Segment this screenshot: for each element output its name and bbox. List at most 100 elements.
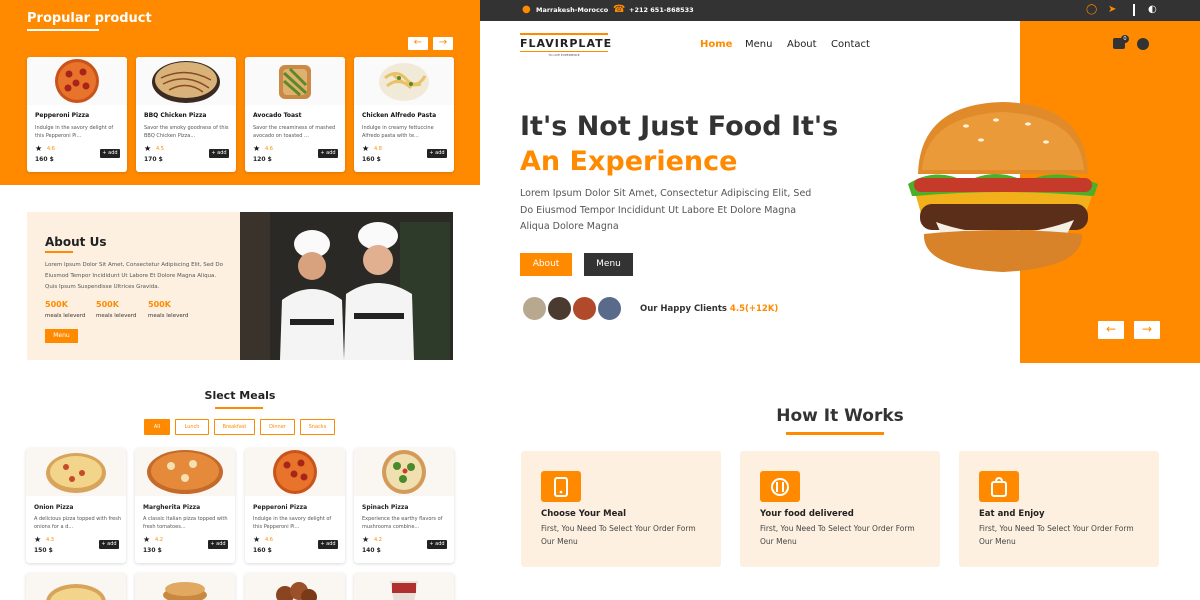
cart-count-badge: 0 (1121, 35, 1129, 43)
avatar (547, 296, 572, 321)
meal-card[interactable] (245, 573, 345, 600)
phone-text: +212 651-868533 (629, 6, 694, 14)
product-desc: Savor the smoky goodness of this BBQ Chi… (144, 125, 229, 139)
add-button[interactable]: + add (208, 540, 228, 549)
star-icon: ★ (144, 144, 152, 153)
meals-title: Slect Meals (204, 389, 276, 402)
hero-about-button[interactable]: About (520, 253, 572, 276)
add-button[interactable]: + add (209, 149, 229, 158)
product-name: Pepperoni Pizza (35, 112, 90, 119)
product-rating: 4.5 (156, 146, 164, 152)
meal-rating: 4.2 (155, 537, 163, 543)
meal-price: 140 $ (362, 547, 381, 554)
product-card[interactable]: BBQ Chicken Pizza Savor the smoky goodne… (136, 57, 236, 172)
add-button[interactable]: + add (427, 540, 447, 549)
product-name: Chicken Alfredo Pasta (362, 112, 437, 119)
product-price: 160 $ (362, 156, 381, 163)
stat-label: meals leleverd (45, 313, 86, 319)
bag-icon (979, 471, 1019, 502)
meal-card[interactable] (135, 573, 235, 600)
step-text: First, You Need To Select Your Order For… (979, 524, 1134, 546)
meal-card[interactable]: Margherita Pizza A classic Italian pizza… (135, 448, 235, 563)
step-title: Eat and Enjoy (979, 509, 1045, 519)
product-card[interactable]: Avocado Toast Savor the creaminess of ma… (245, 57, 345, 172)
arrow-left-icon[interactable]: ← (408, 37, 428, 50)
nav-home[interactable]: Home (700, 39, 732, 50)
logo-bar (520, 33, 608, 35)
meal-desc: A classic Italian pizza topped with fres… (143, 516, 228, 530)
divider (1133, 4, 1135, 16)
product-desc: Savor the creaminess of mashed avocado o… (253, 125, 336, 139)
wings-image (276, 582, 317, 600)
product-name: Avocado Toast (253, 112, 302, 119)
nav-menu[interactable]: Menu (745, 39, 772, 50)
theme-toggle-icon[interactable]: ◐ (1148, 4, 1157, 16)
clients-text: Our Happy Clients (640, 304, 727, 314)
location-pin-icon: ● (522, 4, 531, 15)
filter-all[interactable]: All (144, 419, 170, 435)
how-title: How It Works (776, 406, 904, 426)
hero-next-icon[interactable]: → (1134, 321, 1160, 339)
meal-card[interactable]: Spinach Pizza Experience the earthy flav… (354, 448, 454, 563)
avatar (597, 296, 622, 321)
popular-title: Propular product (27, 11, 152, 26)
meal-card[interactable] (26, 573, 126, 600)
pizza-image (26, 448, 126, 496)
star-icon: ★ (34, 535, 42, 544)
nav-contact[interactable]: Contact (831, 39, 870, 50)
stat-item: 500K meals leleverd (45, 300, 95, 319)
telegram-icon[interactable]: ➤ (1108, 4, 1116, 16)
product-card[interactable]: Pepperoni Pizza Indulge in the savory de… (27, 57, 127, 172)
whatsapp-icon[interactable]: ◯ (1086, 4, 1097, 16)
step-title: Choose Your Meal (541, 509, 627, 519)
burger-image (906, 96, 1100, 280)
add-button[interactable]: + add (318, 149, 338, 158)
pancake-image (163, 582, 207, 600)
toast-image (245, 57, 345, 105)
product-price: 170 $ (144, 156, 163, 163)
meal-price: 130 $ (143, 547, 162, 554)
step-card: Your food delivered First, You Need To S… (740, 451, 940, 567)
hero-menu-button[interactable]: Menu (584, 253, 633, 276)
star-icon: ★ (362, 535, 370, 544)
product-rating: 4.8 (374, 146, 382, 152)
meal-card[interactable]: Pepperoni Pizza Indulge in the savory de… (245, 448, 345, 563)
arrow-right-icon[interactable]: → (433, 37, 453, 50)
meal-card[interactable] (354, 573, 454, 600)
clients-rating: 4.5(+12K) (729, 304, 779, 314)
step-text: First, You Need To Select Your Order For… (541, 524, 696, 546)
about-menu-button[interactable]: Menu (45, 329, 78, 343)
meal-name: Spinach Pizza (362, 504, 409, 511)
stat-number: 500K (45, 300, 68, 309)
meal-card[interactable]: Onion Pizza A delicious pizza topped wit… (26, 448, 126, 563)
stat-item: 500K meals leleverd (148, 300, 198, 319)
product-desc: Indulge in creamy fettuccine Alfredo pas… (362, 125, 434, 139)
nav-about[interactable]: About (787, 39, 817, 50)
product-name: BBQ Chicken Pizza (144, 112, 207, 119)
pizza-image (354, 448, 454, 496)
phone-icon: ☎ (613, 4, 626, 15)
logo-line (520, 51, 608, 52)
add-button[interactable]: + add (100, 149, 120, 158)
add-button[interactable]: + add (427, 149, 447, 158)
star-icon: ★ (253, 144, 261, 153)
product-desc: Indulge in the savory delight of this Pe… (35, 125, 114, 139)
hero-text: Lorem Ipsum Dolor Sit Amet, Consectetur … (520, 188, 812, 232)
how-underline (786, 432, 884, 435)
avatar (522, 296, 547, 321)
user-icon[interactable] (1137, 38, 1149, 50)
logo[interactable]: FLAVIRPLATE TO LIVE EXPERIENCE (520, 33, 611, 57)
product-card[interactable]: Chicken Alfredo Pasta Indulge in creamy … (354, 57, 454, 172)
meal-desc: Indulge in the savory delight of this Pe… (253, 516, 332, 530)
hero-prev-icon[interactable]: ← (1098, 321, 1124, 339)
filter-snacks[interactable]: Snacks (300, 419, 335, 435)
chefs-image (240, 212, 453, 360)
filter-breakfast[interactable]: Breakfast (214, 419, 255, 435)
filter-dinner[interactable]: Dinner (260, 419, 295, 435)
pizza-image (135, 448, 235, 496)
meal-rating: 4.3 (46, 537, 54, 543)
add-button[interactable]: + add (99, 540, 119, 549)
add-button[interactable]: + add (318, 540, 338, 549)
filter-lunch[interactable]: Lunch (175, 419, 209, 435)
meals-underline (215, 407, 263, 409)
